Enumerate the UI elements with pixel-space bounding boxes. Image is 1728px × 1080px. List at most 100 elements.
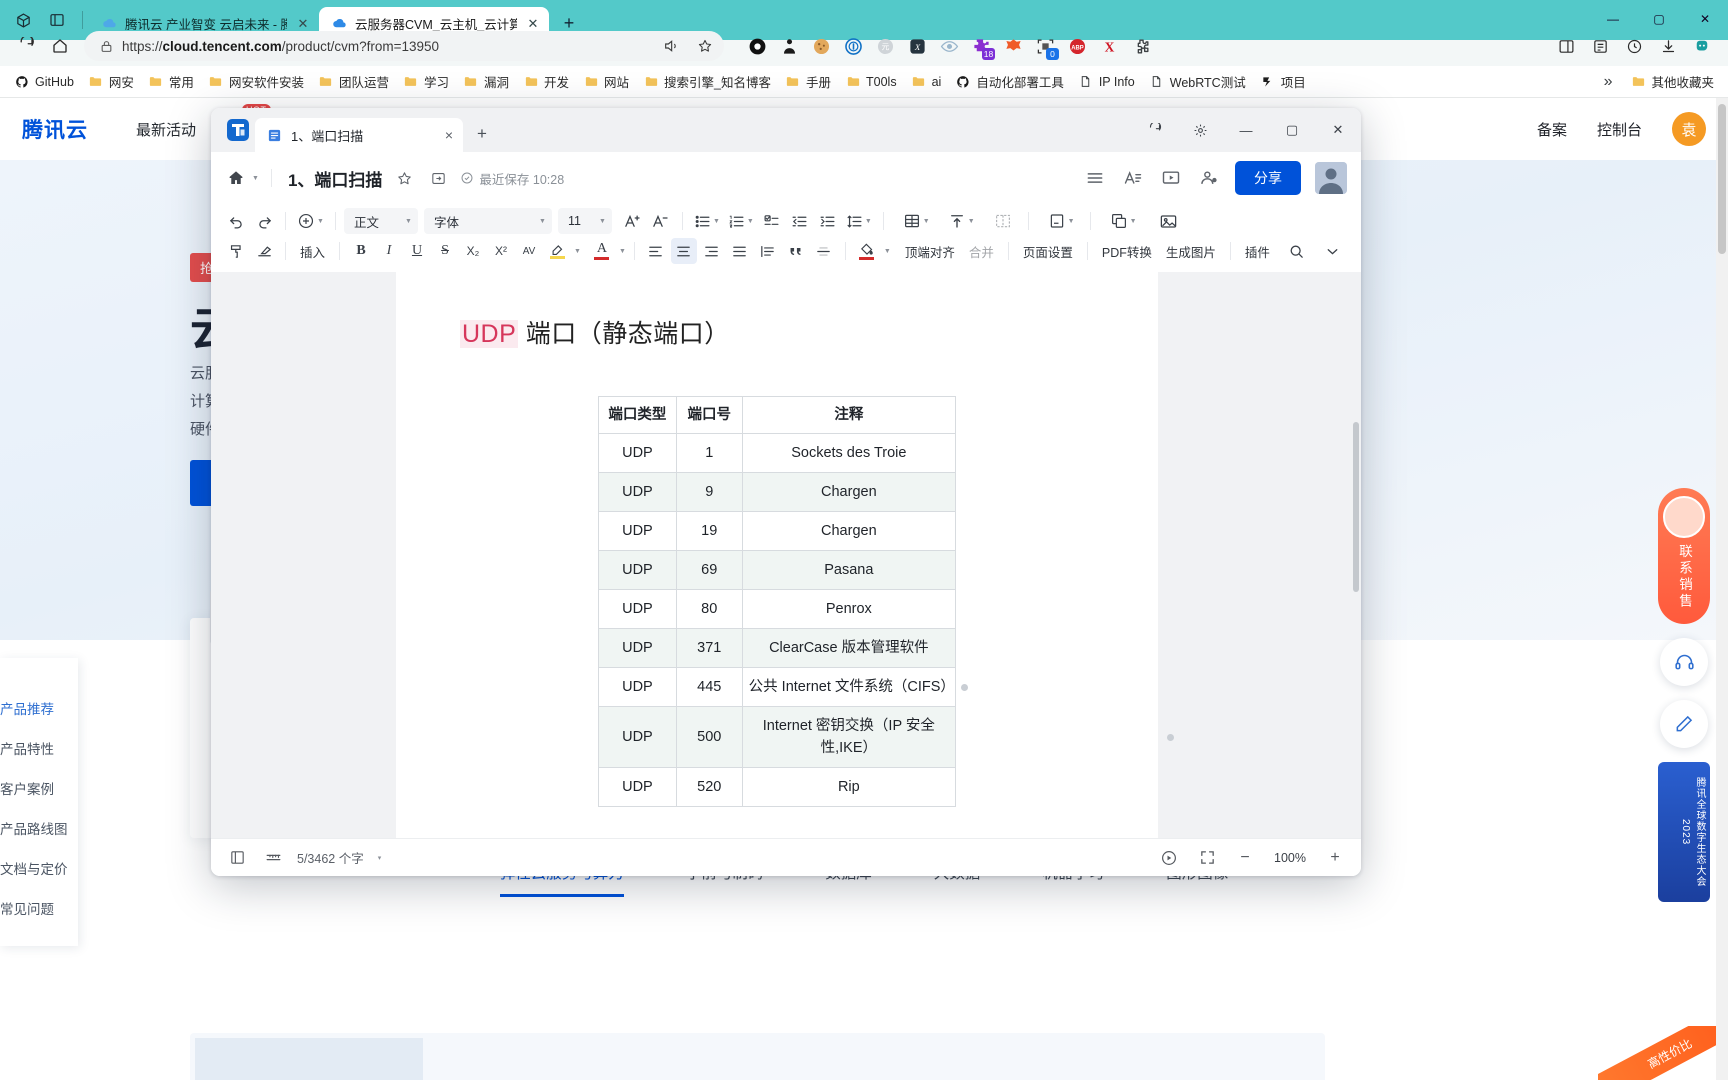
copilot-icon[interactable] (1686, 30, 1718, 62)
sidebar-item-roadmap[interactable]: 产品路线图 (0, 808, 78, 848)
bookmark-github[interactable]: GitHub (8, 71, 80, 93)
cell-comment[interactable]: Rip (741, 767, 957, 807)
chevron-down-icon[interactable]: ▼ (747, 218, 754, 225)
insert-button[interactable]: ▼ (294, 208, 327, 234)
other-bookmarks-folder[interactable]: 其他收藏夹 (1624, 69, 1720, 94)
table-row[interactable]: UDP 371 ClearCase 版本管理软件 (598, 628, 957, 668)
home-icon[interactable] (44, 30, 76, 62)
table-resize-handle[interactable] (961, 684, 968, 691)
cell-port-number[interactable]: 1 (675, 433, 743, 473)
font-size-select[interactable]: 11 ▼ (557, 208, 612, 234)
chevron-down-icon[interactable]: ▼ (574, 248, 581, 255)
outline-icon[interactable] (1083, 166, 1107, 190)
feedback-button[interactable] (1660, 700, 1708, 748)
extensions-puzzle-icon[interactable] (1126, 31, 1156, 61)
chevron-down-icon[interactable]: ▼ (405, 218, 412, 225)
cell-port-type[interactable]: UDP (598, 511, 677, 551)
onepassword-extension-icon[interactable] (838, 31, 868, 61)
bookmark-ipinfo[interactable]: IP Info (1072, 71, 1141, 93)
docs-close-button[interactable]: ✕ (1315, 108, 1361, 152)
insert-image-button[interactable] (1156, 208, 1182, 234)
align-right-button[interactable] (699, 238, 725, 264)
cell-comment[interactable]: Sockets des Troie (741, 433, 957, 473)
chevron-down-icon[interactable]: ▼ (1068, 218, 1075, 225)
zoom-in-button[interactable]: + (1323, 846, 1347, 870)
bookmark-wangan[interactable]: 网安 (82, 69, 140, 94)
collections-icon[interactable] (1584, 30, 1616, 62)
bulleted-list-button[interactable]: ▼ (691, 208, 723, 234)
customer-service-button[interactable] (1660, 638, 1708, 686)
circle-extension-icon[interactable] (742, 31, 772, 61)
downloads-icon[interactable] (1652, 30, 1684, 62)
purple-puzzle-extension-icon[interactable]: 18 (966, 31, 996, 61)
bookmark-tuandui[interactable]: 团队运营 (312, 69, 395, 94)
pdf-convert-button[interactable]: PDF转换 (1096, 238, 1158, 264)
gear-icon[interactable] (1177, 108, 1223, 152)
generate-image-button[interactable]: 生成图片 (1160, 238, 1222, 264)
checklist-button[interactable] (759, 208, 785, 234)
cell-port-number[interactable]: 445 (675, 667, 743, 707)
product-card[interactable] (190, 1033, 1325, 1080)
cell-comment[interactable]: Internet 密钥交换（IP 安全性,IKE） (741, 706, 957, 768)
cell-fill-color-button[interactable] (854, 238, 880, 264)
bookmarks-overflow-button[interactable]: » (1598, 70, 1619, 94)
table-row[interactable]: UDP 80 Penrox (598, 589, 957, 629)
bookmark-ai[interactable]: ai (905, 71, 948, 93)
chevron-down-icon[interactable]: ▼ (599, 218, 606, 225)
cell-port-number[interactable]: 520 (675, 767, 743, 807)
table-row[interactable]: UDP 69 Pasana (598, 550, 957, 590)
docs-tab-close[interactable]: × (445, 127, 453, 143)
cell-port-number[interactable]: 9 (675, 472, 743, 512)
cell-comment[interactable]: Chargen (741, 511, 957, 551)
cell-port-number[interactable]: 80 (675, 589, 743, 629)
chevron-down-icon[interactable]: ▼ (884, 248, 891, 255)
superscript-button[interactable]: X² (488, 238, 514, 264)
word-count[interactable]: 5/3462 个字 (297, 848, 364, 867)
document-scrollbar[interactable] (1351, 272, 1361, 838)
italic-button[interactable]: I (376, 238, 402, 264)
bookmark-shouce[interactable]: 手册 (779, 69, 837, 94)
bookmark-webrtc[interactable]: WebRTC测试 (1143, 69, 1252, 94)
cell-comment[interactable]: 公共 Internet 文件系统（CIFS） (741, 667, 957, 707)
decrease-font-size-button[interactable] (648, 208, 674, 234)
chevron-down-icon[interactable]: ▼ (1130, 218, 1137, 225)
sidebar-item-product-recommend[interactable]: 产品推荐 (0, 688, 78, 728)
page-outline-icon[interactable] (225, 846, 249, 870)
zoom-level[interactable]: 100% (1271, 851, 1309, 865)
chevron-down-icon[interactable]: ▼ (619, 248, 626, 255)
subscript-button[interactable]: X₂ (460, 238, 486, 264)
refresh-icon[interactable] (1131, 108, 1177, 152)
document-page[interactable]: UDP 端口（静态端口） 端口类型 端口号 注释 UDP 1 Sockets d… (396, 272, 1174, 838)
avatar[interactable]: 袁 (1672, 112, 1706, 146)
docs-new-tab-button[interactable]: + (467, 118, 497, 150)
cell-comment[interactable]: Penrox (741, 589, 957, 629)
collapse-toolbar-icon[interactable] (1319, 238, 1345, 264)
person-extension-icon[interactable] (774, 31, 804, 61)
eye-extension-icon[interactable] (934, 31, 964, 61)
decrease-indent-button[interactable] (787, 208, 813, 234)
move-to-folder-icon[interactable] (426, 166, 450, 190)
float-object-button[interactable]: ▼ (1107, 208, 1140, 234)
chevron-down-icon[interactable]: ▼ (252, 175, 259, 182)
orange-fox-extension-icon[interactable] (998, 31, 1028, 61)
nav-item-activities[interactable]: 最新活动 (136, 119, 196, 140)
top-align-button[interactable]: 顶端对齐 (899, 238, 961, 264)
cookie-extension-icon[interactable] (806, 31, 836, 61)
align-center-button[interactable] (670, 238, 697, 264)
bookmark-sousuo[interactable]: 搜索引擎_知名博客 (637, 69, 777, 94)
qr-scan-extension-icon[interactable]: 0 (1030, 31, 1060, 61)
align-justify-button[interactable] (727, 238, 753, 264)
document-scrollbar-thumb[interactable] (1353, 422, 1359, 592)
bookmark-wangzhan[interactable]: 网站 (577, 69, 635, 94)
cell-port-type[interactable]: UDP (598, 706, 677, 768)
adblock-plus-extension-icon[interactable]: ABP (1062, 31, 1092, 61)
cell-port-type[interactable]: UDP (598, 550, 677, 590)
plugin-button[interactable]: 插件 (1239, 238, 1276, 264)
chevron-down-icon[interactable]: ▼ (968, 218, 975, 225)
table-row[interactable]: UDP 1 Sockets des Troie (598, 433, 957, 473)
bookmark-changyong[interactable]: 常用 (142, 69, 200, 94)
zoom-out-button[interactable]: − (1233, 846, 1257, 870)
favorite-star-icon[interactable] (692, 33, 718, 59)
docs-minimize-button[interactable]: — (1223, 108, 1269, 152)
table-row[interactable]: UDP 445 公共 Internet 文件系统（CIFS） (598, 667, 957, 707)
